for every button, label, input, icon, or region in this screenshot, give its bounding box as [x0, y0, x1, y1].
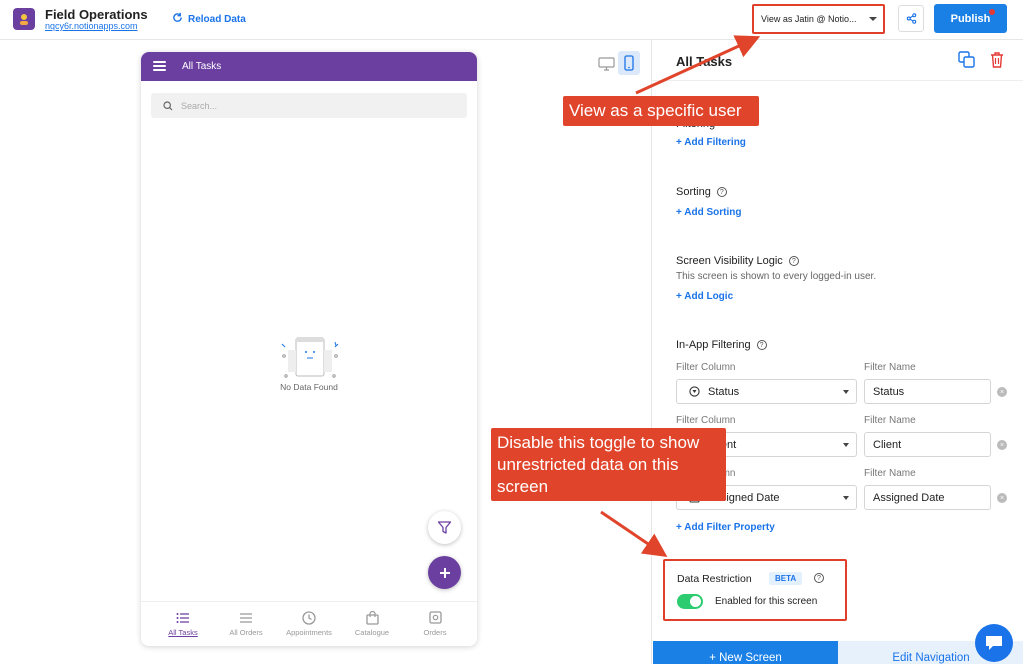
- app-url-link[interactable]: nqcy6r.notionapps.com: [45, 21, 138, 31]
- visibility-description: This screen is shown to every logged-in …: [676, 271, 877, 282]
- add-filter-property-link[interactable]: + Add Filter Property: [676, 522, 775, 533]
- chat-support-button[interactable]: [975, 624, 1013, 662]
- help-icon[interactable]: ?: [814, 573, 824, 583]
- data-restriction-title: Data Restriction: [677, 573, 752, 585]
- nav-label: Catalogue: [354, 628, 390, 637]
- sorting-label: Sorting ?: [676, 186, 727, 198]
- filter-name-input[interactable]: Assigned Date: [864, 485, 991, 510]
- chat-bubble-icon: [986, 636, 1002, 650]
- view-as-callout: View as a specific user: [563, 96, 759, 126]
- nav-item-appointments[interactable]: Appointments: [277, 610, 341, 637]
- filter-name-input[interactable]: Client: [864, 432, 991, 457]
- filter-name-label: Filter Name: [864, 415, 916, 426]
- mobile-icon: [624, 55, 634, 71]
- bottom-navigation: All Tasks All Orders Appointments Catalo…: [141, 601, 477, 646]
- refresh-icon: [172, 12, 183, 26]
- share-icon: [906, 13, 916, 24]
- reload-data-button[interactable]: Reload Data: [172, 12, 246, 26]
- nav-item-orders[interactable]: Orders: [403, 610, 467, 637]
- desktop-icon: [597, 56, 615, 71]
- empty-state-text: No Data Found: [280, 382, 338, 392]
- view-as-label: View as Jatin @ Notio...: [761, 14, 857, 24]
- filter-fab-button[interactable]: [428, 511, 461, 544]
- filter-name-label: Filter Name: [864, 362, 916, 373]
- help-icon[interactable]: ?: [788, 256, 799, 266]
- search-icon: [163, 100, 173, 110]
- toggle-callout: Disable this toggle to show unrestricted…: [491, 428, 726, 501]
- empty-state-illustration: [281, 337, 339, 378]
- remove-filter-icon[interactable]: ×: [997, 440, 1007, 450]
- top-bar: Field Operations nqcy6r.notionapps.com R…: [0, 0, 1023, 40]
- app-logo-icon: [13, 8, 35, 30]
- chevron-down-icon: [843, 390, 849, 394]
- filter-name-label: Filter Name: [864, 468, 916, 479]
- chevron-down-icon: [869, 17, 877, 21]
- plus-icon: [439, 567, 450, 578]
- search-placeholder: Search...: [181, 100, 218, 111]
- lines-icon: [240, 612, 252, 623]
- add-record-button[interactable]: [428, 556, 461, 589]
- add-sorting-link[interactable]: + Add Sorting: [676, 207, 741, 218]
- app-header: All Tasks: [141, 52, 477, 81]
- remove-filter-icon[interactable]: ×: [997, 493, 1007, 503]
- data-restriction-toggle[interactable]: [677, 594, 703, 609]
- nav-item-all-orders[interactable]: All Orders: [214, 610, 278, 637]
- duplicate-screen-button[interactable]: [958, 51, 975, 73]
- add-logic-link[interactable]: + Add Logic: [676, 291, 733, 302]
- view-as-user-dropdown[interactable]: View as Jatin @ Notio...: [752, 4, 885, 34]
- desktop-preview-button[interactable]: [596, 55, 616, 72]
- mobile-preview-button[interactable]: [618, 51, 640, 75]
- filter-column-label: Filter Column: [676, 415, 736, 426]
- clock-icon: [302, 610, 316, 625]
- panel-title: All Tasks: [676, 54, 733, 69]
- help-icon[interactable]: ?: [756, 340, 767, 350]
- filter-icon: [437, 521, 452, 534]
- phone-preview: All Tasks Search... No Data Found All Ta…: [141, 52, 477, 646]
- delete-screen-button[interactable]: [989, 51, 1005, 73]
- nav-label: All Orders: [229, 628, 263, 637]
- bag-icon: [365, 610, 379, 625]
- unpublished-changes-dot: [989, 9, 995, 15]
- data-restriction-section: Data Restriction BETA ? Enabled for this…: [663, 559, 847, 621]
- menu-icon[interactable]: [153, 61, 166, 71]
- visibility-logic-label: Screen Visibility Logic ?: [676, 255, 799, 267]
- screen-settings-panel: All Tasks Filtering + Add Filtering Sort…: [651, 40, 1023, 664]
- help-icon[interactable]: ?: [716, 187, 727, 197]
- list-icon: [176, 612, 189, 623]
- trash-icon: [991, 52, 1003, 68]
- beta-badge: BETA: [769, 572, 803, 585]
- in-app-filtering-text: In-App Filtering: [676, 339, 751, 351]
- filter-column-select[interactable]: Status: [676, 379, 857, 404]
- toggle-label: Enabled for this screen: [715, 596, 818, 607]
- chevron-down-icon: [843, 496, 849, 500]
- reload-data-label: Reload Data: [188, 13, 246, 25]
- add-filtering-link[interactable]: + Add Filtering: [676, 137, 746, 148]
- filter-column-value: Status: [708, 385, 740, 398]
- visibility-logic-text: Screen Visibility Logic: [676, 255, 783, 267]
- app-title: Field Operations: [45, 7, 148, 22]
- remove-filter-icon[interactable]: ×: [997, 387, 1007, 397]
- publish-button[interactable]: Publish: [934, 4, 1007, 33]
- chevron-down-icon: [843, 443, 849, 447]
- status-icon: [689, 386, 700, 397]
- nav-label: All Tasks: [168, 628, 198, 637]
- nav-item-catalogue[interactable]: Catalogue: [340, 610, 404, 637]
- divider: [652, 80, 1023, 81]
- nav-label: Orders: [423, 628, 447, 637]
- box-icon: [428, 611, 442, 624]
- filter-name-input[interactable]: Status: [864, 379, 991, 404]
- in-app-filtering-label: In-App Filtering ?: [676, 339, 767, 351]
- search-input[interactable]: Search...: [151, 93, 467, 118]
- new-screen-button[interactable]: + New Screen: [653, 641, 838, 664]
- screen-title: All Tasks: [182, 61, 222, 72]
- filter-column-label: Filter Column: [676, 362, 736, 373]
- copy-icon: [958, 51, 975, 68]
- nav-item-all-tasks[interactable]: All Tasks: [151, 610, 215, 637]
- share-button[interactable]: [898, 5, 924, 32]
- nav-label: Appointments: [286, 628, 332, 637]
- sorting-text: Sorting: [676, 186, 711, 198]
